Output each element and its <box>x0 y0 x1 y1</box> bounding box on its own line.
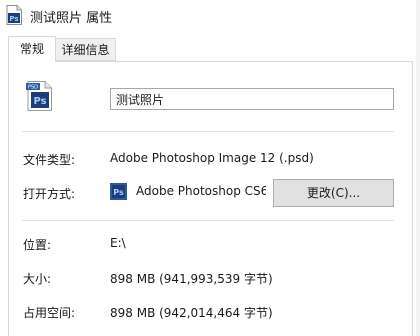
psd-large-file-icon: PSD Ps <box>25 81 53 111</box>
size-on-disk-value: 898 MB (942,014,464 字节) <box>110 306 273 320</box>
file-type-value: Adobe Photoshop Image 12 (.psd) <box>110 151 314 165</box>
psd-file-icon: Ps <box>6 5 22 25</box>
change-button[interactable]: 更改(C)... <box>273 179 394 207</box>
svg-text:PSD: PSD <box>28 85 38 91</box>
opens-with-value: Adobe Photoshop CS6 <box>136 184 266 198</box>
size-value: 898 MB (941,993,539 字节) <box>110 272 273 286</box>
photoshop-app-icon: Ps <box>110 183 127 200</box>
window-title: 测试照片 属性 <box>30 11 113 26</box>
svg-text:Ps: Ps <box>33 96 46 107</box>
file-name-field[interactable] <box>110 88 394 110</box>
opens-with-label: 打开方式: <box>23 187 76 201</box>
location-value: E:\ <box>110 236 126 250</box>
tab-bar: 常规 详细信息 <box>0 36 420 62</box>
tab-general[interactable]: 常规 <box>8 36 56 62</box>
divider <box>22 220 394 221</box>
window-edge <box>416 0 420 336</box>
file-type-label: 文件类型: <box>23 153 76 167</box>
svg-text:Ps: Ps <box>9 15 18 23</box>
location-label: 位置: <box>23 238 52 252</box>
size-on-disk-label: 占用空间: <box>23 306 76 320</box>
svg-text:Ps: Ps <box>113 188 124 197</box>
properties-dialog: Ps 测试照片 属性 常规 详细信息 PSD Ps 文件类型: Adobe Ph… <box>0 0 420 336</box>
title-bar[interactable]: Ps 测试照片 属性 <box>0 0 420 32</box>
opens-with-app: Ps Adobe Photoshop CS6 <box>110 182 266 202</box>
divider <box>22 131 394 132</box>
size-label: 大小: <box>23 272 52 286</box>
tab-details[interactable]: 详细信息 <box>56 38 116 61</box>
